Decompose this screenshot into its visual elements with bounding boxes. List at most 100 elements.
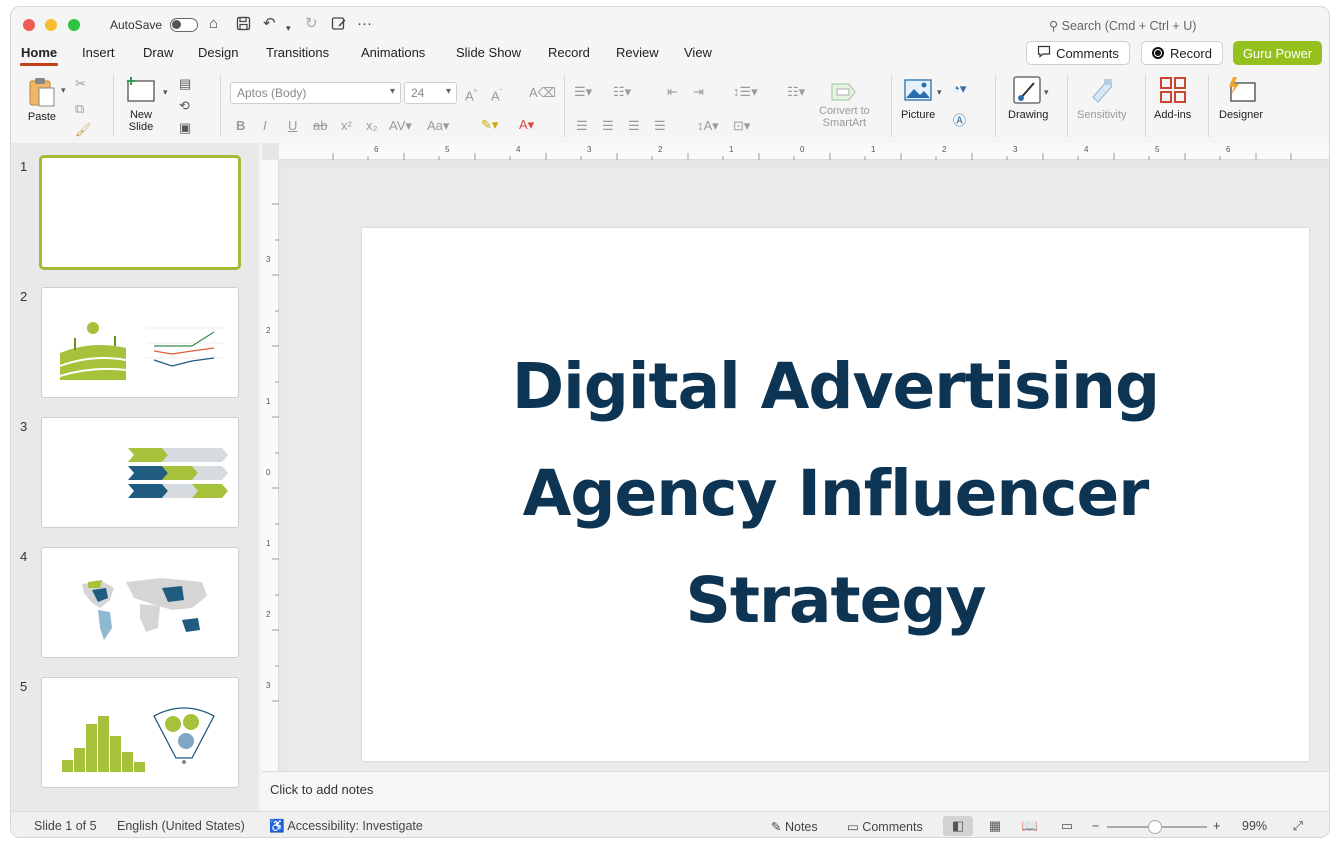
paste-dropdown-chevron-icon[interactable]: ▾ xyxy=(61,83,66,97)
slide-thumbnail-5[interactable] xyxy=(41,677,239,788)
close-window-button[interactable] xyxy=(23,19,35,31)
tab-insert[interactable]: Insert xyxy=(82,45,115,60)
columns-icon[interactable]: ☷▾ xyxy=(787,85,805,99)
thumbnail-number: 4 xyxy=(20,549,28,564)
status-bar: Slide 1 of 5 English (United States) ♿ A… xyxy=(11,811,1329,837)
align-right-icon[interactable]: ☰ xyxy=(628,119,640,133)
increase-indent-icon[interactable]: ⇥ xyxy=(693,85,704,99)
bullets-icon[interactable]: ☰▾ xyxy=(574,85,592,99)
tab-slide-show[interactable]: Slide Show xyxy=(456,45,521,60)
redo-icon[interactable]: ↻ xyxy=(305,16,318,32)
copy-icon[interactable]: ⧉ xyxy=(75,102,84,116)
tab-review[interactable]: Review xyxy=(616,45,659,60)
undo-icon[interactable]: ↶ xyxy=(263,16,276,32)
clear-formatting-icon[interactable]: A⌫ xyxy=(529,86,556,100)
zoom-out-icon[interactable]: − xyxy=(1092,819,1099,833)
grow-font-icon[interactable]: A^ xyxy=(465,86,477,103)
shrink-font-icon[interactable]: Aˇ xyxy=(491,86,502,103)
font-color-icon[interactable]: A▾ xyxy=(519,118,534,132)
change-case-icon[interactable]: Aa▾ xyxy=(427,119,449,133)
picture-dropdown-chevron-icon[interactable]: ▾ xyxy=(937,85,942,99)
autosave-toggle[interactable] xyxy=(170,18,198,32)
justify-icon[interactable]: ☰ xyxy=(654,119,666,133)
zoom-window-button[interactable] xyxy=(68,19,80,31)
strikethrough-icon[interactable]: ab xyxy=(313,119,327,133)
fit-to-window-icon[interactable]: ⤢ xyxy=(1293,819,1303,834)
tab-design[interactable]: Design xyxy=(198,45,238,60)
character-spacing-icon[interactable]: AV▾ xyxy=(389,119,412,133)
language-indicator[interactable]: English (United States) xyxy=(117,819,245,833)
paste-button[interactable]: Paste xyxy=(25,75,59,123)
slide-editor: 6 5 4 3 2 1 0 1 2 3 4 5 6 3 2 1 0 1 2 3 … xyxy=(262,143,1329,771)
decrease-indent-icon[interactable]: ⇤ xyxy=(667,85,678,99)
superscript-icon[interactable]: x² xyxy=(341,119,352,133)
guru-power-button[interactable]: Guru Power xyxy=(1233,41,1322,65)
italic-icon[interactable]: I xyxy=(263,119,267,133)
minimize-window-button[interactable] xyxy=(45,19,57,31)
format-painter-icon[interactable]: 🖌 xyxy=(75,123,92,137)
search-field[interactable]: ⚲ Search (Cmd + Ctrl + U) xyxy=(1049,18,1196,33)
designer-button[interactable]: Designer xyxy=(1219,75,1263,121)
new-slide-dropdown-chevron-icon[interactable]: ▾ xyxy=(163,85,168,99)
comment-icon xyxy=(1037,45,1051,61)
tab-draw[interactable]: Draw xyxy=(143,45,173,60)
save-icon[interactable] xyxy=(236,16,251,35)
slide-thumbnails-pane[interactable]: 1 2 3 4 5 xyxy=(11,143,259,811)
align-center-icon[interactable]: ☰ xyxy=(602,119,614,133)
slide-show-icon[interactable]: ▭ xyxy=(1052,816,1082,836)
current-slide[interactable]: Digital Advertising Agency Influencer St… xyxy=(362,228,1309,761)
align-text-icon[interactable]: ⊡▾ xyxy=(733,119,750,133)
notes-icon: ✎ xyxy=(771,820,782,834)
tab-home[interactable]: Home xyxy=(19,45,59,66)
reading-view-icon[interactable]: 📖 xyxy=(1015,816,1045,836)
sensitivity-button[interactable]: Sensitivity xyxy=(1077,75,1127,121)
tab-view[interactable]: View xyxy=(684,45,712,60)
text-direction-icon[interactable]: ↕A▾ xyxy=(697,119,719,133)
tab-animations[interactable]: Animations xyxy=(361,45,425,60)
slide-thumbnail-3[interactable] xyxy=(41,417,239,528)
font-name-select[interactable]: Aptos (Body) ▾ xyxy=(230,82,401,104)
notes-pane[interactable]: Click to add notes xyxy=(262,771,1329,811)
zoom-level[interactable]: 99% xyxy=(1242,819,1267,833)
numbering-icon[interactable]: ☷▾ xyxy=(613,85,631,99)
record-button[interactable]: Record xyxy=(1141,41,1223,65)
add-ins-button[interactable]: Add-ins xyxy=(1154,75,1191,121)
cut-icon[interactable]: ✂ xyxy=(75,77,86,91)
slide-thumbnail-4[interactable] xyxy=(41,547,239,658)
bold-icon[interactable]: B xyxy=(236,119,245,133)
section-icon[interactable]: ▣ xyxy=(179,121,191,135)
align-left-icon[interactable]: ☰ xyxy=(576,119,588,133)
picture-button[interactable]: Picture xyxy=(901,75,935,121)
home-icon[interactable]: ⌂ xyxy=(209,16,218,32)
more-options-icon[interactable]: ··· xyxy=(357,16,372,32)
comments-button[interactable]: Comments xyxy=(1026,41,1130,65)
accessibility-status[interactable]: ♿ Accessibility: Investigate xyxy=(269,819,423,834)
highlight-icon[interactable]: ✎▾ xyxy=(481,118,498,132)
normal-view-icon[interactable]: ◧ xyxy=(943,816,973,836)
comments-toggle[interactable]: ▭ Comments xyxy=(847,819,923,834)
new-slide-button[interactable]: New Slide xyxy=(125,75,157,133)
shapes-icon[interactable]: ◔▾ xyxy=(952,82,966,96)
line-spacing-icon[interactable]: ↕☰▾ xyxy=(733,85,758,99)
reset-icon[interactable]: ⟲ xyxy=(179,99,190,113)
font-size-select[interactable]: 24 ▾ xyxy=(404,82,457,104)
convert-to-smartart-button[interactable]: Convert to SmartArt xyxy=(819,81,870,129)
slide-thumbnail-1[interactable] xyxy=(39,155,241,270)
drawing-dropdown-chevron-icon[interactable]: ▾ xyxy=(1044,85,1049,99)
underline-icon[interactable]: U xyxy=(288,119,297,133)
subscript-icon[interactable]: x₂ xyxy=(366,119,378,133)
tab-transitions[interactable]: Transitions xyxy=(266,45,329,60)
slide-thumbnail-2[interactable] xyxy=(41,287,239,398)
slide-sorter-icon[interactable]: ▦ xyxy=(980,816,1010,836)
layout-icon[interactable]: ▤ xyxy=(179,77,191,91)
zoom-slider-handle[interactable] xyxy=(1148,820,1162,834)
text-box-icon[interactable]: Ⓐ xyxy=(953,114,966,128)
customize-icon[interactable] xyxy=(331,16,347,35)
slide-title[interactable]: Digital Advertising Agency Influencer St… xyxy=(362,333,1309,654)
app-window: AutoSave ⌂ ↶ ▾ ↻ ··· ⚲ Search (Cmd + Ctr… xyxy=(10,6,1330,838)
drawing-button[interactable]: Drawing xyxy=(1008,75,1048,121)
notes-toggle[interactable]: ✎ Notes xyxy=(771,819,818,834)
undo-dropdown-chevron-icon[interactable]: ▾ xyxy=(286,20,291,36)
zoom-in-icon[interactable]: + xyxy=(1213,819,1220,833)
tab-record[interactable]: Record xyxy=(548,45,590,60)
